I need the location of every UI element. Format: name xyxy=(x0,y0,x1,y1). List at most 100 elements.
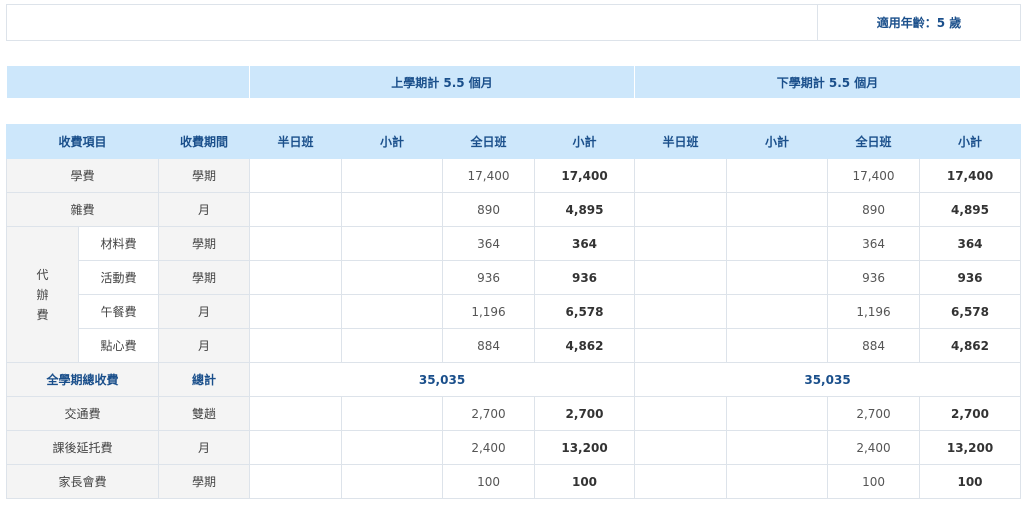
header-item: 收費項目 xyxy=(5,124,160,159)
cell-full-1: 100 xyxy=(442,464,536,499)
cell-full-2: 364 xyxy=(827,226,921,261)
header-full-2: 全日班 xyxy=(827,124,921,159)
semester-spacer xyxy=(6,66,250,98)
cell-half-sub-1 xyxy=(341,226,444,261)
cell-full-2: 884 xyxy=(827,328,921,363)
table-row: 點心費 月 884 4,862 884 4,862 xyxy=(7,328,1022,363)
cell-half-1 xyxy=(249,158,343,193)
cell-half-2 xyxy=(634,464,728,499)
cell-half-sub-2 xyxy=(726,192,829,227)
semester-header: 上學期計 5.5 個月 下學期計 5.5 個月 xyxy=(6,66,1021,98)
cell-full-2: 2,700 xyxy=(827,396,921,431)
cell-half-1 xyxy=(249,192,343,227)
cell-half-1 xyxy=(249,226,343,261)
cell-full-1: 17,400 xyxy=(442,158,536,193)
cell-half-2 xyxy=(634,226,728,261)
cell-half-2 xyxy=(634,294,728,329)
cell-half-sub-2 xyxy=(726,430,829,465)
cell-full-sub-2: 936 xyxy=(919,260,1022,295)
cell-full-2: 936 xyxy=(827,260,921,295)
header-row: 收費項目 收費期間 半日班 小計 全日班 小計 半日班 小計 全日班 小計 xyxy=(5,124,1022,159)
cell-half-sub-1 xyxy=(341,464,444,499)
group-label: 代 辦 費 xyxy=(6,226,79,363)
cell-full-sub-1: 936 xyxy=(534,260,636,295)
table-row: 學費 學期 17,400 17,400 17,400 17,400 xyxy=(5,158,1022,193)
cell-half-sub-1 xyxy=(341,328,444,363)
row-period: 學期 xyxy=(158,464,251,499)
row-item: 家長會費 xyxy=(5,464,160,499)
row-period: 月 xyxy=(158,328,251,363)
cell-half-sub-2 xyxy=(726,158,829,193)
header-half-sub-2: 小計 xyxy=(726,124,829,159)
cell-full-sub-1: 17,400 xyxy=(534,158,636,193)
cell-half-sub-1 xyxy=(341,430,444,465)
cell-half-1 xyxy=(249,260,343,295)
age-label: 適用年齡：5 歲 xyxy=(817,4,1021,41)
cell-full-sub-1: 364 xyxy=(534,226,636,261)
header-full-sub-2: 小計 xyxy=(919,124,1022,159)
cell-half-1 xyxy=(249,464,343,499)
total-period: 總計 xyxy=(158,362,251,397)
group-label-char: 費 xyxy=(36,307,49,322)
cell-half-sub-1 xyxy=(341,396,444,431)
age-spacer xyxy=(6,4,818,41)
cell-half-2 xyxy=(634,260,728,295)
header-full-1: 全日班 xyxy=(442,124,536,159)
table-row: 雜費 月 890 4,895 890 4,895 xyxy=(5,192,1022,227)
cell-half-sub-2 xyxy=(726,328,829,363)
table-row: 午餐費 月 1,196 6,578 1,196 6,578 xyxy=(7,294,1022,329)
total-second-semester: 35,035 xyxy=(634,362,1022,397)
row-period: 學期 xyxy=(158,226,251,261)
cell-full-sub-1: 4,862 xyxy=(534,328,636,363)
total-first-semester: 35,035 xyxy=(249,362,636,397)
cell-half-sub-2 xyxy=(726,294,829,329)
cell-full-sub-2: 100 xyxy=(919,464,1022,499)
cell-full-sub-1: 4,895 xyxy=(534,192,636,227)
cell-half-1 xyxy=(249,430,343,465)
cell-full-sub-2: 4,862 xyxy=(919,328,1022,363)
cell-half-2 xyxy=(634,328,728,363)
group-label-char: 辦 xyxy=(36,287,49,302)
cell-half-2 xyxy=(634,396,728,431)
cell-full-sub-2: 17,400 xyxy=(919,158,1022,193)
cell-full-1: 2,700 xyxy=(442,396,536,431)
header-half-1: 半日班 xyxy=(249,124,343,159)
cell-full-sub-2: 6,578 xyxy=(919,294,1022,329)
age-table: 適用年齡：5 歲 xyxy=(6,4,1021,41)
row-period: 月 xyxy=(158,192,251,227)
first-semester-label: 上學期計 5.5 個月 xyxy=(249,66,635,98)
row-period: 月 xyxy=(158,294,251,329)
row-item: 學費 xyxy=(5,158,160,193)
header-period: 收費期間 xyxy=(158,124,251,159)
header-half-sub-1: 小計 xyxy=(341,124,444,159)
table-row: 課後延托費 月 2,400 13,200 2,400 13,200 xyxy=(5,430,1022,465)
cell-half-sub-2 xyxy=(726,396,829,431)
cell-full-1: 884 xyxy=(442,328,536,363)
cell-full-2: 17,400 xyxy=(827,158,921,193)
table-row: 交通費 雙趟 2,700 2,700 2,700 2,700 xyxy=(5,396,1022,431)
cell-full-sub-2: 2,700 xyxy=(919,396,1022,431)
cell-half-1 xyxy=(249,396,343,431)
cell-half-1 xyxy=(249,328,343,363)
row-period: 學期 xyxy=(158,260,251,295)
cell-full-1: 890 xyxy=(442,192,536,227)
row-period: 月 xyxy=(158,430,251,465)
row-period: 學期 xyxy=(158,158,251,193)
row-period: 雙趟 xyxy=(158,396,251,431)
second-semester-label: 下學期計 5.5 個月 xyxy=(634,66,1021,98)
cell-full-sub-1: 100 xyxy=(534,464,636,499)
row-item: 材料費 xyxy=(77,226,160,261)
cell-half-sub-2 xyxy=(726,464,829,499)
cell-full-sub-1: 2,700 xyxy=(534,396,636,431)
row-item: 雜費 xyxy=(5,192,160,227)
total-row: 全學期總收費 總計 35,035 35,035 xyxy=(5,362,1022,397)
cell-full-sub-1: 13,200 xyxy=(534,430,636,465)
table-row: 代 辦 費 材料費 學期 364 364 364 364 xyxy=(6,226,1022,363)
cell-full-2: 890 xyxy=(827,192,921,227)
row-item: 交通費 xyxy=(5,396,160,431)
cell-full-sub-2: 4,895 xyxy=(919,192,1022,227)
cell-half-sub-1 xyxy=(341,192,444,227)
cell-full-1: 1,196 xyxy=(442,294,536,329)
table-row: 活動費 學期 936 936 936 936 xyxy=(7,260,1022,295)
cell-full-1: 2,400 xyxy=(442,430,536,465)
